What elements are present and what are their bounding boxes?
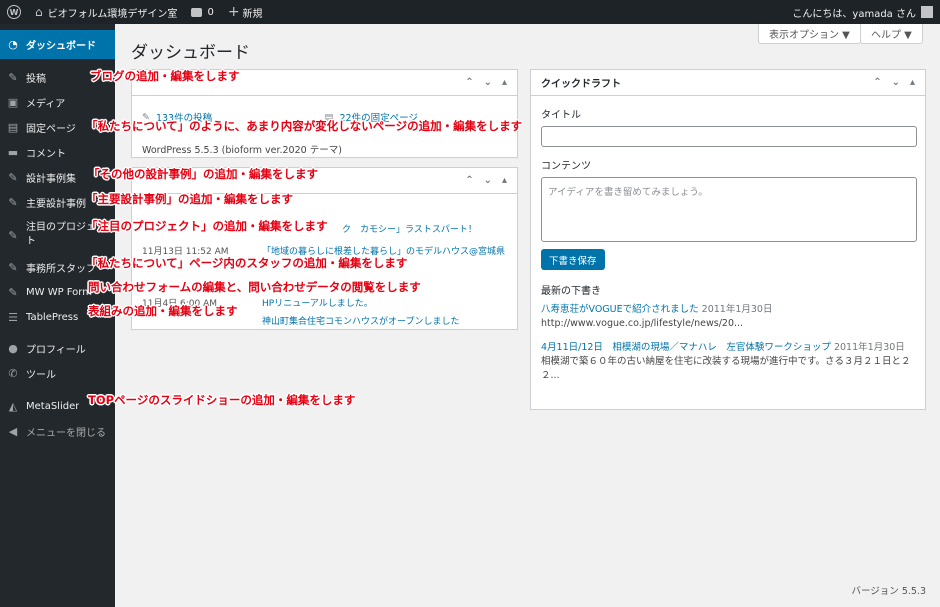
plus-icon: + <box>227 4 240 20</box>
sidebar-item-label: MW WP Form <box>26 287 92 298</box>
screen-options-button[interactable]: 表示オプション ▼ <box>758 24 861 44</box>
toggle-arrow-icon[interactable]: ▴ <box>502 77 507 88</box>
sidebar-item-label: メニューを閉じる <box>26 428 106 439</box>
wrench-icon: ✆ <box>8 367 18 380</box>
pin-icon: ✎ <box>8 286 18 299</box>
sidebar-item-comments[interactable]: ▬ コメント <box>0 140 115 165</box>
wp-logo-menu[interactable]: W <box>0 0 28 24</box>
pin-icon: ✎ <box>8 196 18 209</box>
draft-date: 2011年1月30日 <box>701 304 773 315</box>
activity-link[interactable]: ク カモシー」ラストスパート！ <box>342 222 477 235</box>
toggle-arrow-icon[interactable]: ▴ <box>502 175 507 186</box>
save-draft-button[interactable]: 下書き保存 <box>541 249 605 270</box>
draft-link[interactable]: 4月11日/12日 相模湖の現場／マナハレ 左官体験ワークショップ <box>541 342 831 353</box>
main-content: 表示オプション ▼ ヘルプ ▼ ダッシュボード ⌃ ⌄ ▴ ✎ 133件の投稿 … <box>115 24 940 607</box>
annotation-form: 問い合わせフォームの編集と、問い合わせデータの閲覧をします <box>88 280 421 294</box>
annotation-posts: ブログの追加・編集をします <box>90 69 240 83</box>
user-icon: ● <box>8 342 18 355</box>
wordpress-logo-icon: W <box>7 5 21 19</box>
sidebar-item-label: メディア <box>26 99 66 110</box>
pin-icon: ✎ <box>8 228 18 242</box>
collapse-icon: ◀ <box>8 425 18 438</box>
admin-bar: W ⌂ ビオフォルム環境デザイン室 0 + 新規 こんにちは、yamada さん <box>0 0 940 24</box>
page-title: ダッシュボード <box>131 43 250 63</box>
annotation-pages: 「私たちについて」のように、あまり内容が変化しないページの追加・編集をします <box>86 119 523 133</box>
sidebar-item-tools[interactable]: ✆ ツール <box>0 361 115 386</box>
pin-icon: ✎ <box>8 261 18 274</box>
draft-item: 八寿恵荘がVOGUEで紹介されました 2011年1月30日 http://www… <box>541 303 915 331</box>
help-button[interactable]: ヘルプ ▼ <box>860 24 923 44</box>
sidebar-item-label: 固定ページ <box>26 124 76 135</box>
sidebar-collapse-menu[interactable]: ◀ メニューを閉じる <box>0 419 115 444</box>
title-label: タイトル <box>541 110 581 121</box>
footer-version: バージョン 5.5.3 <box>851 586 926 597</box>
comment-bubble-icon <box>191 7 203 17</box>
sidebar-item-label: 主要設計事例 <box>26 199 86 210</box>
quick-draft-widget: クイックドラフト ⌃ ⌄ ▴ タイトル コンテンツ アイディアを書き留めてみまし… <box>530 69 926 410</box>
pin-icon: ✎ <box>8 71 18 84</box>
chevron-up-icon[interactable]: ⌃ <box>873 77 881 88</box>
sidebar-item-profile[interactable]: ● プロフィール <box>0 336 115 361</box>
chevron-down-icon[interactable]: ⌄ <box>484 175 492 186</box>
sidebar-item-label: コメント <box>26 149 66 160</box>
metaslider-icon: ◭ <box>8 400 18 413</box>
comments-link[interactable]: 0 <box>184 0 220 24</box>
annotation-projects: 「注目のプロジェクト」の追加・編集をします <box>86 219 328 233</box>
draft-date: 2011年1月30日 <box>833 342 905 353</box>
widget-title: クイックドラフト <box>541 79 621 90</box>
avatar <box>921 6 933 18</box>
new-content-menu[interactable]: + 新規 <box>221 0 270 24</box>
dashboard-icon: ◔ <box>8 38 18 51</box>
toggle-arrow-icon[interactable]: ▴ <box>910 77 915 88</box>
content-label: コンテンツ <box>541 161 591 172</box>
activity-link[interactable]: HPリニューアルしました。 <box>262 296 373 309</box>
annotation-slider: TOPページのスライドショーの追加・編集をします <box>88 393 356 407</box>
sidebar-item-label: TablePress <box>26 312 79 323</box>
comments-count: 0 <box>207 6 214 18</box>
site-name: ビオフォルム環境デザイン室 <box>47 8 178 20</box>
sidebar-item-label: ツール <box>26 370 56 381</box>
draft-link[interactable]: 八寿恵荘がVOGUEで紹介されました <box>541 304 699 315</box>
home-icon: ⌂ <box>35 5 43 19</box>
sidebar-item-media[interactable]: ▣ メディア <box>0 90 115 115</box>
sidebar-item-label: 投稿 <box>26 74 46 85</box>
sidebar-item-label: プロフィール <box>26 345 86 356</box>
chevron-down-icon[interactable]: ⌄ <box>892 77 900 88</box>
activity-link[interactable]: 神山町集合住宅コモンハウスがオープンしました <box>262 314 459 327</box>
draft-excerpt: http://www.vogue.co.jp/lifestyle/news/20… <box>541 318 744 329</box>
widget-header: クイックドラフト ⌃ ⌄ ▴ <box>531 70 925 96</box>
recent-drafts-title: 最新の下書き <box>541 286 601 297</box>
page-icon: ▤ <box>7 121 19 134</box>
annotation-cases: 「その他の設計事例」の追加・編集をします <box>88 167 318 181</box>
draft-title-input[interactable] <box>541 126 917 147</box>
annotation-main-cases: 「主要設計事例」の追加・編集をします <box>86 192 293 206</box>
sidebar-item-label: MetaSlider <box>26 401 80 412</box>
draft-content-textarea[interactable]: アイディアを書き留めてみましょう。 <box>541 177 917 242</box>
sidebar-item-dashboard[interactable]: ◔ ダッシュボード <box>0 30 115 59</box>
sidebar-item-label: 設計事例集 <box>26 174 76 185</box>
widget-handles[interactable]: ⌃ ⌄ ▴ <box>465 175 507 186</box>
sidebar-item-label: ダッシュボード <box>26 41 96 52</box>
draft-excerpt: 相模湖で築６０年の古い納屋を住宅に改装する現場が進行中です。さる３月２１日と２２… <box>541 356 911 381</box>
wp-version-text: WordPress 5.5.3 (bioform ver.2020 テーマ) <box>142 145 342 156</box>
pin-icon: ✎ <box>8 171 18 184</box>
site-name-link[interactable]: ⌂ ビオフォルム環境デザイン室 <box>28 0 184 24</box>
draft-item: 4月11日/12日 相模湖の現場／マナハレ 左官体験ワークショップ 2011年1… <box>541 341 915 383</box>
annotation-table: 表組みの追加・編集をします <box>88 304 238 318</box>
greeting: こんにちは、yamada さん <box>792 8 916 20</box>
widget-handles[interactable]: ⌃ ⌄ ▴ <box>465 77 507 88</box>
chevron-down-icon[interactable]: ⌄ <box>484 77 492 88</box>
chevron-up-icon[interactable]: ⌃ <box>465 175 473 186</box>
widget-handles[interactable]: ⌃ ⌄ ▴ <box>873 77 915 88</box>
media-icon: ▣ <box>7 96 19 109</box>
my-account-menu[interactable]: こんにちは、yamada さん <box>785 0 940 24</box>
comment-icon: ▬ <box>7 146 19 159</box>
chevron-up-icon[interactable]: ⌃ <box>465 77 473 88</box>
annotation-staff: 「私たちについて」ページ内のスタッフの追加・編集をします <box>86 256 408 270</box>
table-icon: ☰ <box>8 311 18 324</box>
new-label: 新規 <box>242 8 263 20</box>
